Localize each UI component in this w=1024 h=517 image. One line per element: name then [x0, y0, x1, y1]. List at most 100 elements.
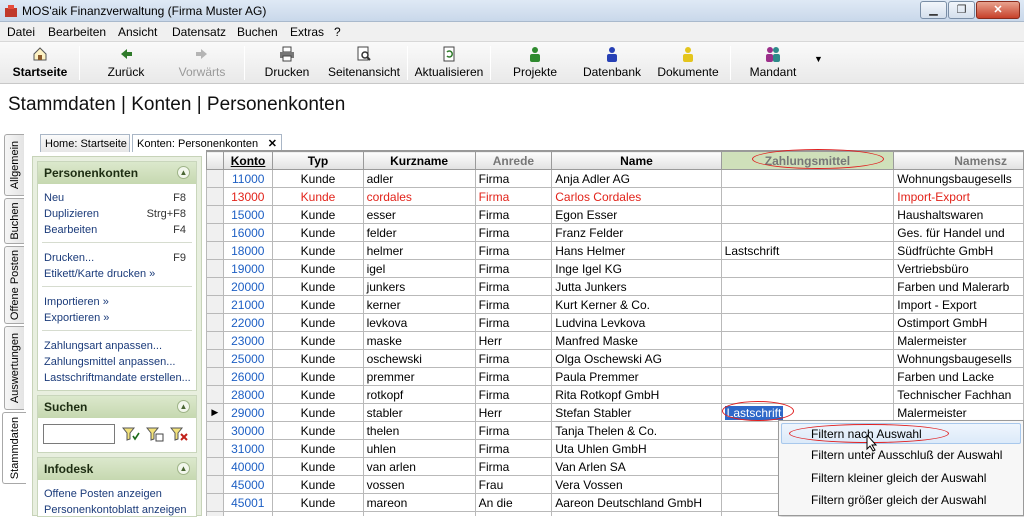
table-row[interactable]: 11000 Kunde adler Firma Anja Adler AG Wohnung… [206, 169, 1024, 188]
row-selector[interactable] [206, 223, 224, 242]
table-cell-name[interactable]: Franz Felder [551, 223, 722, 242]
table-cell-namenszusatz[interactable]: Wohnungsbaugesells [893, 349, 1024, 368]
seitenansicht-button[interactable]: Seitenansicht [326, 44, 402, 82]
table-cell-kurzname[interactable]: felder [362, 223, 476, 242]
table-cell-zahlungsmittel[interactable] [720, 295, 895, 314]
table-cell-namenszusatz[interactable]: Farben und Malerarb [893, 277, 1024, 296]
table-cell-konto[interactable]: 18000 [222, 241, 274, 260]
table-row[interactable]: 19000 Kunde igel Firma Inge Igel KG Vertriebs… [206, 259, 1024, 278]
row-selector[interactable] [206, 475, 224, 494]
table-cell-typ[interactable]: Kunde [272, 457, 364, 476]
menu-filter-kleiner-gleich[interactable]: Filtern kleiner gleich der Auswahl [811, 471, 986, 485]
table-cell-anrede[interactable]: Firma [474, 439, 553, 458]
table-row[interactable]: 15000 Kunde esser Firma Egon Esser Haushaltsw… [206, 205, 1024, 224]
table-cell-namenszusatz[interactable]: Import - Export [893, 295, 1024, 314]
table-cell-namenszusatz[interactable]: Import-Export [893, 187, 1024, 206]
column-header-typ[interactable]: Typ [272, 151, 364, 170]
row-selector[interactable] [206, 313, 224, 332]
table-cell-anrede[interactable]: Firma [474, 295, 553, 314]
zurueck-button[interactable]: Zurück [100, 44, 152, 82]
table-cell-konto[interactable]: 23000 [222, 331, 274, 350]
row-selector[interactable] [206, 493, 224, 512]
row-selector[interactable] [206, 439, 224, 458]
menu-filter-ausschluss[interactable]: Filtern unter Ausschluß der Auswahl [811, 448, 1002, 462]
table-cell-kurzname[interactable]: adler [362, 169, 476, 188]
action-bearbeiten[interactable]: Bearbeiten [44, 224, 97, 236]
table-cell-zahlungsmittel[interactable] [720, 205, 895, 224]
table-cell-konto[interactable]: 19000 [222, 259, 274, 278]
table-cell-zahlungsmittel[interactable] [720, 187, 895, 206]
maximize-button[interactable]: ❐ [948, 1, 975, 19]
table-cell-konto[interactable]: 30000 [222, 421, 274, 440]
table-cell-zahlungsmittel[interactable] [720, 277, 895, 296]
row-selector[interactable] [206, 241, 224, 260]
row-selector[interactable]: ▶ [206, 403, 224, 422]
action-zahlungsmittel[interactable]: Zahlungsmittel anpassen... [44, 356, 175, 368]
action-etikett[interactable]: Etikett/Karte drucken » [44, 268, 155, 280]
table-cell-anrede[interactable]: Firma [474, 349, 553, 368]
table-cell-name[interactable]: Hans Helmer [551, 241, 722, 260]
table-cell-name[interactable]: Van Arlen SA [551, 457, 722, 476]
column-header-konto[interactable]: Konto [222, 151, 274, 170]
filter-remove-icon[interactable] [170, 426, 188, 442]
infodesk-header[interactable]: Infodesk ▲ [38, 458, 196, 480]
column-header-kurzname[interactable]: Kurzname [362, 151, 476, 170]
table-cell-typ[interactable]: Kunde [272, 439, 364, 458]
aktualisieren-button[interactable]: Aktualisieren [413, 44, 485, 82]
table-cell-zahlungsmittel[interactable] [720, 349, 895, 368]
table-cell-namenszusatz[interactable]: Südfrüchte GmbH [893, 241, 1024, 260]
table-row[interactable]: 18000 Kunde helmer Firma Hans Helmer Lastschr… [206, 241, 1024, 260]
table-cell-kurzname[interactable]: mareon [362, 493, 476, 512]
row-selector[interactable] [206, 169, 224, 188]
table-cell-typ[interactable]: Kunde [272, 223, 364, 242]
dokumente-button[interactable]: Dokumente [654, 44, 722, 82]
collapse-icon[interactable]: ▲ [177, 462, 190, 475]
table-row[interactable]: 22000 Kunde levkova Firma Ludvina Levkova Ost… [206, 313, 1024, 332]
table-cell-zahlungsmittel[interactable] [720, 331, 895, 350]
table-cell-name[interactable]: Tanja Thelen & Co. [551, 421, 722, 440]
table-cell-kurzname[interactable]: levkova [362, 313, 476, 332]
table-cell-anrede[interactable]: Firma [474, 169, 553, 188]
table-cell-typ[interactable]: Kunde [272, 187, 364, 206]
table-row[interactable]: 13000 Kunde cordales Firma Carlos Cordales Im… [206, 187, 1024, 206]
column-header-anrede[interactable]: Anrede [474, 151, 553, 170]
row-selector[interactable] [206, 421, 224, 440]
table-cell-namenszusatz[interactable]: Ges. für Handel und [893, 223, 1024, 242]
table-cell-zahlungsmittel[interactable]: Lastschrift [720, 241, 895, 260]
table-cell-kurzname[interactable]: junkers [362, 277, 476, 296]
table-cell-zahlungsmittel[interactable] [720, 313, 895, 332]
table-cell-anrede[interactable]: Firma [474, 385, 553, 404]
table-cell-kurzname[interactable]: maske [362, 331, 476, 350]
table-cell-name[interactable]: Stefan Stabler [551, 403, 722, 422]
table-cell-typ[interactable]: Kunde [272, 403, 364, 422]
table-cell-name[interactable]: Paula Premmer [551, 367, 722, 386]
table-cell-konto[interactable]: 13000 [222, 187, 274, 206]
table-cell-name[interactable]: Manfred Maske [551, 331, 722, 350]
table-cell-name[interactable]: Jutta Junkers [551, 277, 722, 296]
table-cell-typ[interactable]: Kunde [272, 331, 364, 350]
row-selector[interactable] [206, 295, 224, 314]
table-cell-kurzname[interactable]: vossen [362, 475, 476, 494]
menu-ansicht[interactable]: Ansicht [118, 25, 157, 39]
table-cell-kurzname[interactable]: premmer [362, 367, 476, 386]
action-duplizieren[interactable]: Duplizieren [44, 208, 99, 220]
table-cell-kurzname[interactable]: kerner [362, 295, 476, 314]
table-cell-namenszusatz[interactable]: Ostimport GmbH [893, 313, 1024, 332]
table-cell-anrede[interactable]: Firma [474, 205, 553, 224]
table-cell-anrede[interactable]: Firma [474, 259, 553, 278]
table-cell-typ[interactable]: Kunde [272, 277, 364, 296]
table-cell-typ[interactable]: Kunde [272, 367, 364, 386]
table-cell-typ[interactable]: Kunde [272, 313, 364, 332]
table-cell-anrede[interactable]: Frau [474, 475, 553, 494]
row-selector[interactable] [206, 349, 224, 368]
row-selector[interactable] [206, 457, 224, 476]
filter-form-icon[interactable] [146, 426, 164, 442]
personenkonten-header[interactable]: Personenkonten ▲ [38, 162, 196, 184]
action-exportieren[interactable]: Exportieren » [44, 312, 109, 324]
table-cell-name[interactable]: Ludvina Levkova [551, 313, 722, 332]
table-row[interactable]: 21000 Kunde kerner Firma Kurt Kerner & Co. Im… [206, 295, 1024, 314]
action-drucken[interactable]: Drucken... [44, 252, 94, 264]
table-row[interactable]: 20000 Kunde junkers Firma Jutta Junkers Farbe… [206, 277, 1024, 296]
table-cell-konto[interactable]: 11000 [222, 169, 274, 188]
table-cell-typ[interactable]: Kunde [272, 421, 364, 440]
